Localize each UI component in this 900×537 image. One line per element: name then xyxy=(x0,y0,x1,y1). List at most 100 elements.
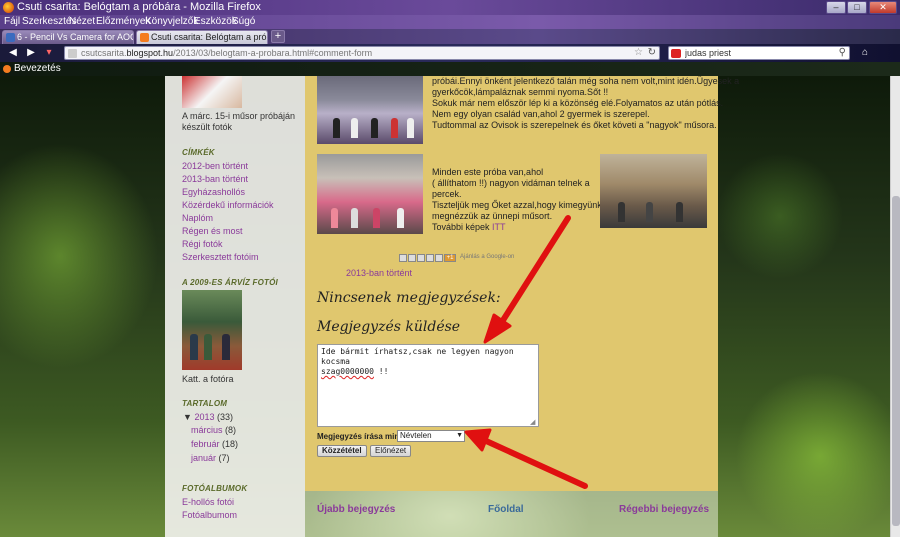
post-comment-heading: Megjegyzés küldése xyxy=(317,319,461,335)
more-photos-link[interactable]: ITT xyxy=(492,222,506,232)
label-link[interactable]: Szerkesztett fotóim xyxy=(182,252,259,262)
navigation-toolbar: ◀ ▶ ▾ csutcsarita.blogspot.hu/2013/03/be… xyxy=(0,44,900,62)
new-tab-button[interactable]: + xyxy=(271,30,285,43)
no-comments-heading: Nincsenek megjegyzések: xyxy=(317,290,501,306)
bookmarks-toolbar: Bevezetés xyxy=(0,62,900,76)
albums-heading: FOTÓALBUMOK xyxy=(182,484,248,493)
comment-as-select[interactable]: Névtelen ▼ xyxy=(397,430,465,442)
menu-view[interactable]: Nézet xyxy=(69,16,95,27)
share-buttons: +1 xyxy=(399,254,457,263)
person-figure xyxy=(397,208,404,228)
archive-toggle-icon[interactable]: ▼ xyxy=(183,412,192,422)
label-link[interactable]: Régen és most xyxy=(182,226,243,236)
album-link[interactable]: Fotóalbumom xyxy=(182,510,237,520)
publish-button[interactable]: Közzététel xyxy=(317,445,367,457)
post-photo-old-chess[interactable] xyxy=(600,154,707,228)
person-figure xyxy=(676,202,683,222)
labels-heading: CÍMKÉK xyxy=(182,148,215,157)
resize-grip-icon[interactable]: ◢ xyxy=(530,418,535,426)
email-share-icon[interactable] xyxy=(399,254,407,262)
label-link[interactable]: 2013-ban történt xyxy=(182,174,248,184)
comment-as-label: Megjegyzés írása mint: xyxy=(317,432,405,441)
newer-post-link[interactable]: Újabb bejegyzés xyxy=(317,504,395,515)
tab-pencil-vs-camera[interactable]: 6 - Pencil Vs Camera for AOC ... xyxy=(2,30,134,44)
menu-help[interactable]: Súgó xyxy=(232,16,255,27)
bookmark-star-icon[interactable]: ☆ xyxy=(634,47,643,58)
close-window-button[interactable]: ✕ xyxy=(869,1,897,14)
share-note: Ajánlás a Google-on xyxy=(460,254,515,260)
menu-bookmarks[interactable]: Könyvjelzők xyxy=(145,16,198,27)
bookmark-bevezetes[interactable]: Bevezetés xyxy=(3,63,61,74)
window-title: Csuti csarita: Belógtam a próbára - Mozi… xyxy=(17,1,261,13)
tab-label: Csuti csarita: Belógtam a pró... xyxy=(151,32,268,42)
album-link[interactable]: E-hollós fotói xyxy=(182,497,234,507)
search-magnifier-icon[interactable]: ⚲ xyxy=(839,47,846,58)
blogger-favicon-icon xyxy=(140,33,149,42)
google-plus-one-button[interactable]: +1 xyxy=(444,254,456,262)
archive-month-row[interactable]: március (8) xyxy=(191,425,236,435)
label-link[interactable]: 2012-ben történt xyxy=(182,161,248,171)
twitter-share-icon[interactable] xyxy=(417,254,425,262)
post-photo-children[interactable] xyxy=(317,154,423,234)
menu-file[interactable]: Fájl xyxy=(4,16,20,27)
maximize-button[interactable]: □ xyxy=(847,1,867,14)
pinterest-share-icon[interactable] xyxy=(435,254,443,262)
address-url[interactable]: csutcsarita.blogspot.hu/2013/03/belogtam… xyxy=(81,48,372,58)
post-label-link[interactable]: 2013-ban történt xyxy=(346,268,412,278)
address-bar[interactable]: csutcsarita.blogspot.hu/2013/03/belogtam… xyxy=(64,46,660,60)
flood-photos-heading: A 2009-ES ÁRVÍZ FOTÓI xyxy=(182,278,278,287)
label-link[interactable]: Régi fotók xyxy=(182,239,223,249)
person-figure xyxy=(351,208,358,228)
window-titlebar: Csuti csarita: Belógtam a próbára - Mozi… xyxy=(0,0,900,15)
person-figure xyxy=(371,118,378,138)
person-figure xyxy=(351,118,358,138)
archive-month-row[interactable]: február (18) xyxy=(191,439,238,449)
post-paragraph-2: Minden este próba van,ahol ( állíthatom … xyxy=(432,167,614,232)
page-viewport xyxy=(0,76,890,537)
youtube-engine-icon[interactable] xyxy=(671,49,681,58)
blog-share-icon[interactable] xyxy=(408,254,416,262)
sidebar-photo-rehearsal[interactable] xyxy=(182,76,242,108)
preview-button[interactable]: Előnézet xyxy=(370,445,412,457)
person-figure xyxy=(618,202,625,222)
person-figure xyxy=(331,208,338,228)
home-icon[interactable]: ⌂ xyxy=(858,47,872,59)
reload-icon[interactable]: ↻ xyxy=(648,47,656,58)
search-input[interactable] xyxy=(685,48,835,58)
menu-history[interactable]: Előzmények xyxy=(96,16,150,27)
older-post-link[interactable]: Régebbi bejegyzés xyxy=(619,504,709,515)
comment-textarea[interactable]: Ide bármit írhatsz,csak ne legyen nagyon… xyxy=(317,344,539,427)
label-link[interactable]: Naplóm xyxy=(182,213,213,223)
scrollbar-thumb[interactable] xyxy=(892,196,900,526)
label-link[interactable]: Egyházashollós xyxy=(182,187,245,197)
tab-label: 6 - Pencil Vs Camera for AOC ... xyxy=(17,32,134,42)
person-figure xyxy=(190,334,198,360)
person-figure xyxy=(222,334,230,360)
tab-bar: 6 - Pencil Vs Camera for AOC ... Csuti c… xyxy=(0,29,900,44)
firefox-logo-icon xyxy=(3,2,14,13)
post-paragraph-1: próbái.Ennyi önként jelentkező talán még… xyxy=(432,76,740,130)
history-dropdown-icon[interactable]: ▾ xyxy=(42,47,56,59)
label-link[interactable]: Közérdekű információk xyxy=(182,200,274,210)
flood-photo-caption: Katt. a fotóra xyxy=(182,374,234,384)
facebook-share-icon[interactable] xyxy=(426,254,434,262)
page-scrollbar[interactable] xyxy=(890,76,900,537)
post-photo-stage[interactable] xyxy=(317,76,423,144)
archive-year-row[interactable]: ▼ 2013 (33) xyxy=(183,412,233,422)
minimize-button[interactable]: – xyxy=(826,1,846,14)
person-figure xyxy=(391,118,398,138)
site-identity-icon[interactable] xyxy=(68,49,77,58)
home-link[interactable]: Főoldal xyxy=(488,504,524,515)
person-figure xyxy=(373,208,380,228)
forward-arrow-icon[interactable]: ▶ xyxy=(24,47,38,59)
person-figure xyxy=(204,334,212,360)
person-figure xyxy=(646,202,653,222)
tab-csuti-csarita[interactable]: Csuti csarita: Belógtam a pró... xyxy=(136,30,268,44)
menu-bar: Fájl Szerkesztés Nézet Előzmények Könyvj… xyxy=(0,15,900,29)
search-box[interactable]: ⚲ xyxy=(668,46,850,60)
flood-photo-link[interactable] xyxy=(182,290,242,370)
menu-tools[interactable]: Eszközök xyxy=(194,16,237,27)
back-arrow-icon[interactable]: ◀ xyxy=(6,47,20,59)
person-figure xyxy=(333,118,340,138)
archive-month-row[interactable]: január (7) xyxy=(191,453,230,463)
